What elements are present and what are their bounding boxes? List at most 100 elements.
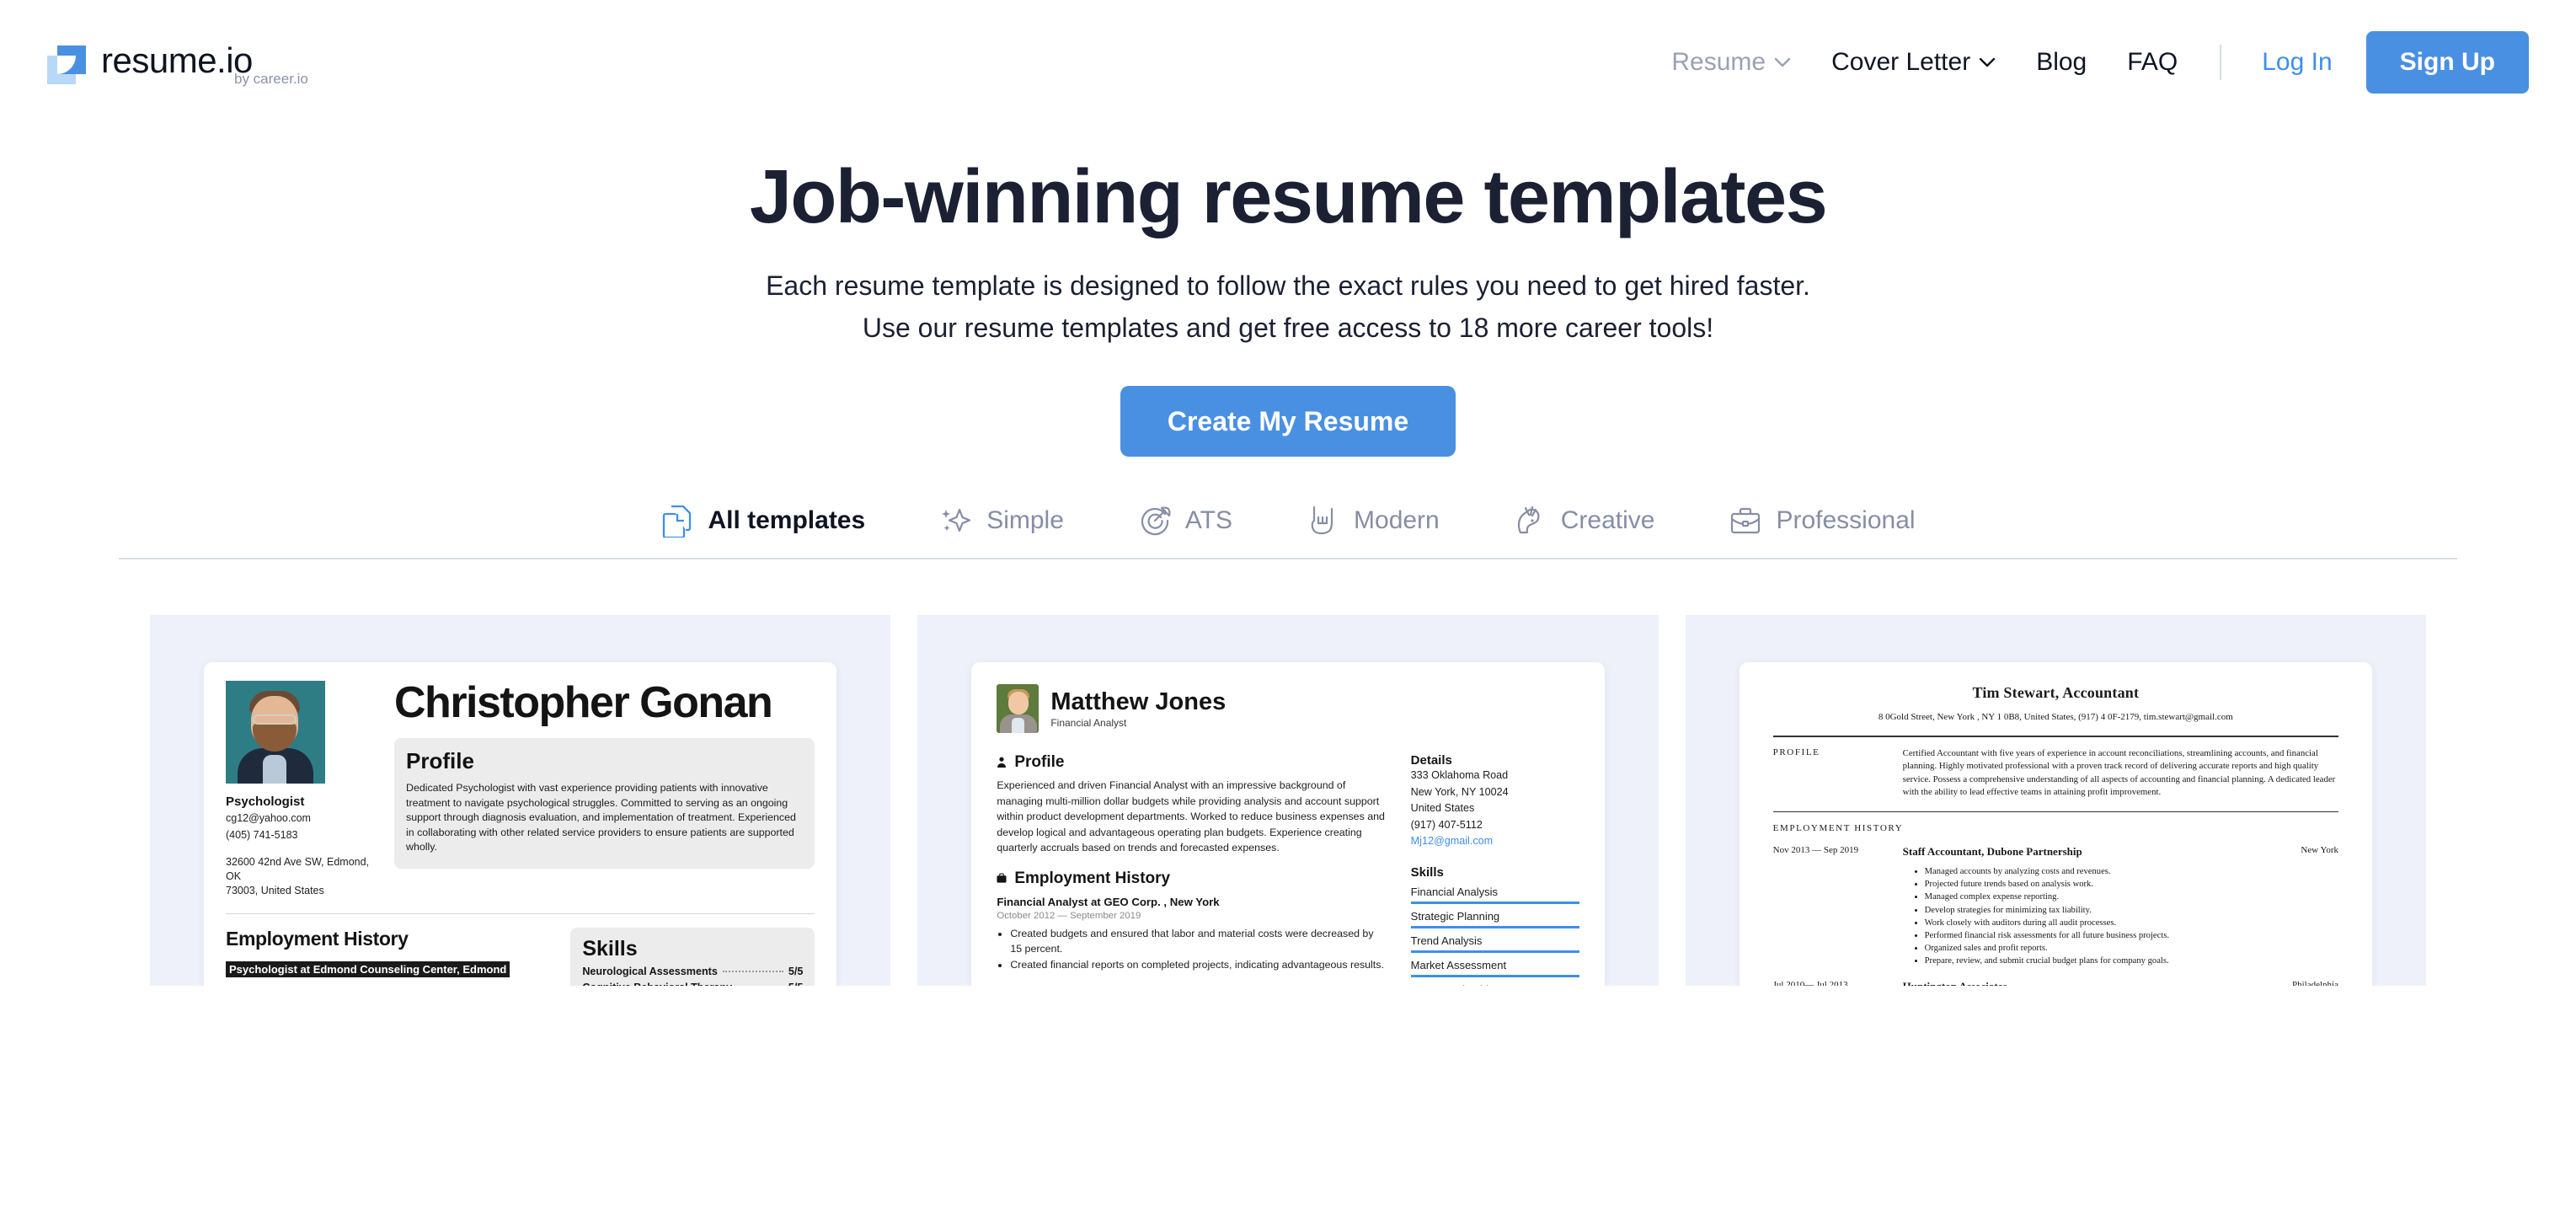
resume-skills-section: Skills Neurological Assessments 5/5 Cogn…	[570, 928, 815, 986]
unicorn-icon	[1514, 504, 1547, 538]
resume-name: Tim Stewart, Accountant	[1972, 684, 2140, 701]
resume-profile-text: Dedicated Psychologist with vast experie…	[406, 782, 796, 853]
resume-contact-line: 8 0Gold Street, New York , NY 1 0B8, Uni…	[1878, 712, 2233, 722]
template-grid: Psychologist cg12@yahoo.com (405) 741-51…	[0, 615, 2576, 986]
template-card-matthew-jones[interactable]: Matthew Jones Financial Analyst Profile …	[917, 615, 1659, 987]
cta-container: Create My Resume	[0, 386, 2576, 457]
template-filter-tabs: All templates Simple ATS Modern Creative…	[0, 504, 2576, 538]
chevron-down-icon	[1979, 57, 1996, 68]
resume-job-dates: Nov 2013 — Sep 2019	[1772, 845, 1859, 855]
skill-name: Market Assessment	[1410, 958, 1507, 971]
resume-employment-heading: Employment History	[226, 928, 409, 950]
resume-detail-line: New York, NY 10024	[1410, 785, 1509, 798]
resume-detail-line: (917) 407-5112	[1410, 818, 1483, 831]
resume-address-line-2: 73003, United States	[226, 885, 324, 896]
resume-job-bullet: Organized sales and profit reports.	[1925, 942, 2338, 955]
resume-job-bullet: Work closely with auditors during all au…	[1925, 917, 2338, 929]
skill-name: Cognitive Behavioral Therapy	[582, 982, 732, 986]
resume-io-logo-icon	[47, 45, 86, 84]
resume-job-bullet: Created budgets and ensured that labor a…	[1010, 926, 1385, 957]
resume-name: Christopher Gonan	[394, 678, 773, 727]
template-card-tim-stewart[interactable]: Tim Stewart, Accountant 8 0Gold Street, …	[1685, 615, 2426, 986]
sparkle-icon	[939, 504, 973, 538]
tab-creative[interactable]: Creative	[1477, 504, 1692, 538]
skill-bar	[1410, 925, 1579, 928]
nav-item-resume[interactable]: Resume	[1651, 48, 1811, 77]
hero-subtitle-line-1: Each resume template is designed to foll…	[766, 270, 1810, 301]
skill-name: Team Leadership	[1411, 983, 1579, 987]
login-link[interactable]: Log In	[2243, 48, 2350, 77]
logo[interactable]: resume.io	[47, 40, 253, 84]
tab-all-templates-label: All templates	[708, 506, 866, 534]
nav-item-blog[interactable]: Blog	[2016, 48, 2107, 77]
tab-ats-label: ATS	[1184, 506, 1233, 534]
briefcase-icon	[997, 872, 1007, 885]
tab-professional[interactable]: Professional	[1692, 504, 1952, 538]
person-icon	[997, 757, 1007, 769]
logo-wordmark: resume.io	[101, 40, 253, 80]
hero-subtitle: Each resume template is designed to foll…	[0, 265, 2576, 349]
resume-employment-entry: Psychologist at Edmond Counseling Center…	[226, 961, 510, 977]
tab-creative-label: Creative	[1560, 506, 1655, 534]
resume-job-bullet: Develop strategies for minimizing tax li…	[1925, 904, 2338, 917]
documents-icon	[660, 504, 694, 538]
resume-job-bullet: Managed complex expense reporting.	[1925, 891, 2338, 903]
nav-item-blog-label: Blog	[2036, 48, 2087, 76]
rock-hand-icon	[1307, 504, 1340, 538]
nav-item-faq-label: FAQ	[2127, 48, 2178, 76]
resume-profile-heading: PROFILE	[1772, 746, 1820, 757]
resume-profile-heading: Profile	[406, 748, 474, 773]
resume-employment-section: Employment History Psychologist at Edmon…	[226, 928, 552, 986]
skill-rating: 5/5	[788, 966, 804, 977]
tab-professional-label: Professional	[1776, 506, 1916, 534]
resume-job-location: New York	[2301, 845, 2338, 855]
tabs-divider	[119, 558, 2457, 559]
tab-simple[interactable]: Simple	[902, 504, 1101, 538]
resume-detail-line: United States	[1410, 802, 1475, 814]
resume-job-bullet: Created financial reports on completed p…	[1010, 957, 1385, 973]
nav-item-faq[interactable]: FAQ	[2107, 48, 2198, 77]
tab-modern-label: Modern	[1354, 506, 1440, 534]
resume-skills-heading: Skills	[582, 937, 638, 960]
resume-name: Matthew Jones	[1050, 688, 1227, 715]
tab-all-templates[interactable]: All templates	[623, 504, 902, 538]
hero-subtitle-line-2: Use our resume templates and get free ac…	[862, 313, 1714, 343]
resume-job-bullet: Projected future trends based on analysi…	[1925, 878, 2338, 891]
resume-job-location: Philadelphia	[2291, 979, 2338, 986]
avatar	[226, 681, 325, 784]
resume-detail-email: Mj12@gmail.com	[1410, 835, 1494, 847]
section-divider	[1772, 811, 2338, 812]
resume-email: cg12@yahoo.com	[226, 812, 311, 824]
create-my-resume-button[interactable]: Create My Resume	[1120, 386, 1456, 457]
tab-simple-label: Simple	[986, 506, 1064, 534]
resume-details-heading: Details	[1410, 753, 1452, 768]
resume-job-title: Financial Analyst at GEO Corp. , New Yor…	[997, 895, 1220, 908]
resume-employment-heading: EMPLOYMENT HISTORY	[1772, 823, 1904, 833]
section-divider	[1772, 736, 2338, 737]
skill-rating: 5/5	[788, 982, 804, 986]
tab-ats[interactable]: ATS	[1101, 504, 1269, 538]
signup-button[interactable]: Sign Up	[2365, 31, 2529, 94]
resume-skills-heading: Skills	[1410, 864, 1444, 880]
nav-item-cover-letter[interactable]: Cover Letter	[1811, 48, 2016, 77]
main-navigation: Resume Cover Letter Blog FAQ Log In Sign…	[1651, 31, 2529, 94]
chevron-down-icon	[1774, 57, 1791, 68]
tab-modern[interactable]: Modern	[1269, 504, 1477, 538]
resume-job-dates: Jul 2010— Jul 2013	[1772, 979, 1848, 986]
site-header: resume.io by career.io Resume Cover Lett…	[0, 0, 2576, 125]
page-title: Job-winning resume templates	[749, 155, 1828, 239]
target-rocket-icon	[1138, 504, 1172, 538]
resume-preview-2: Matthew Jones Financial Analyst Profile …	[971, 662, 1605, 987]
resume-role: Psychologist	[226, 795, 305, 809]
skill-row: Cognitive Behavioral Therapy 5/5	[582, 982, 803, 986]
skill-name: Strategic Planning	[1410, 909, 1500, 923]
section-divider	[226, 913, 815, 914]
skill-name: Neurological Assessments	[582, 966, 718, 977]
resume-profile-text: Certified Accountant with five years of …	[1902, 747, 2336, 798]
resume-profile-section: Profile Dedicated Psychologist with vast…	[394, 738, 815, 869]
skill-bar	[1410, 901, 1579, 904]
skill-row: Neurological Assessments 5/5	[582, 966, 803, 977]
template-card-christopher-gonan[interactable]: Psychologist cg12@yahoo.com (405) 741-51…	[150, 615, 891, 986]
resume-job-bullet: Managed accounts by analyzing costs and …	[1925, 865, 2338, 878]
briefcase-icon	[1729, 504, 1762, 538]
